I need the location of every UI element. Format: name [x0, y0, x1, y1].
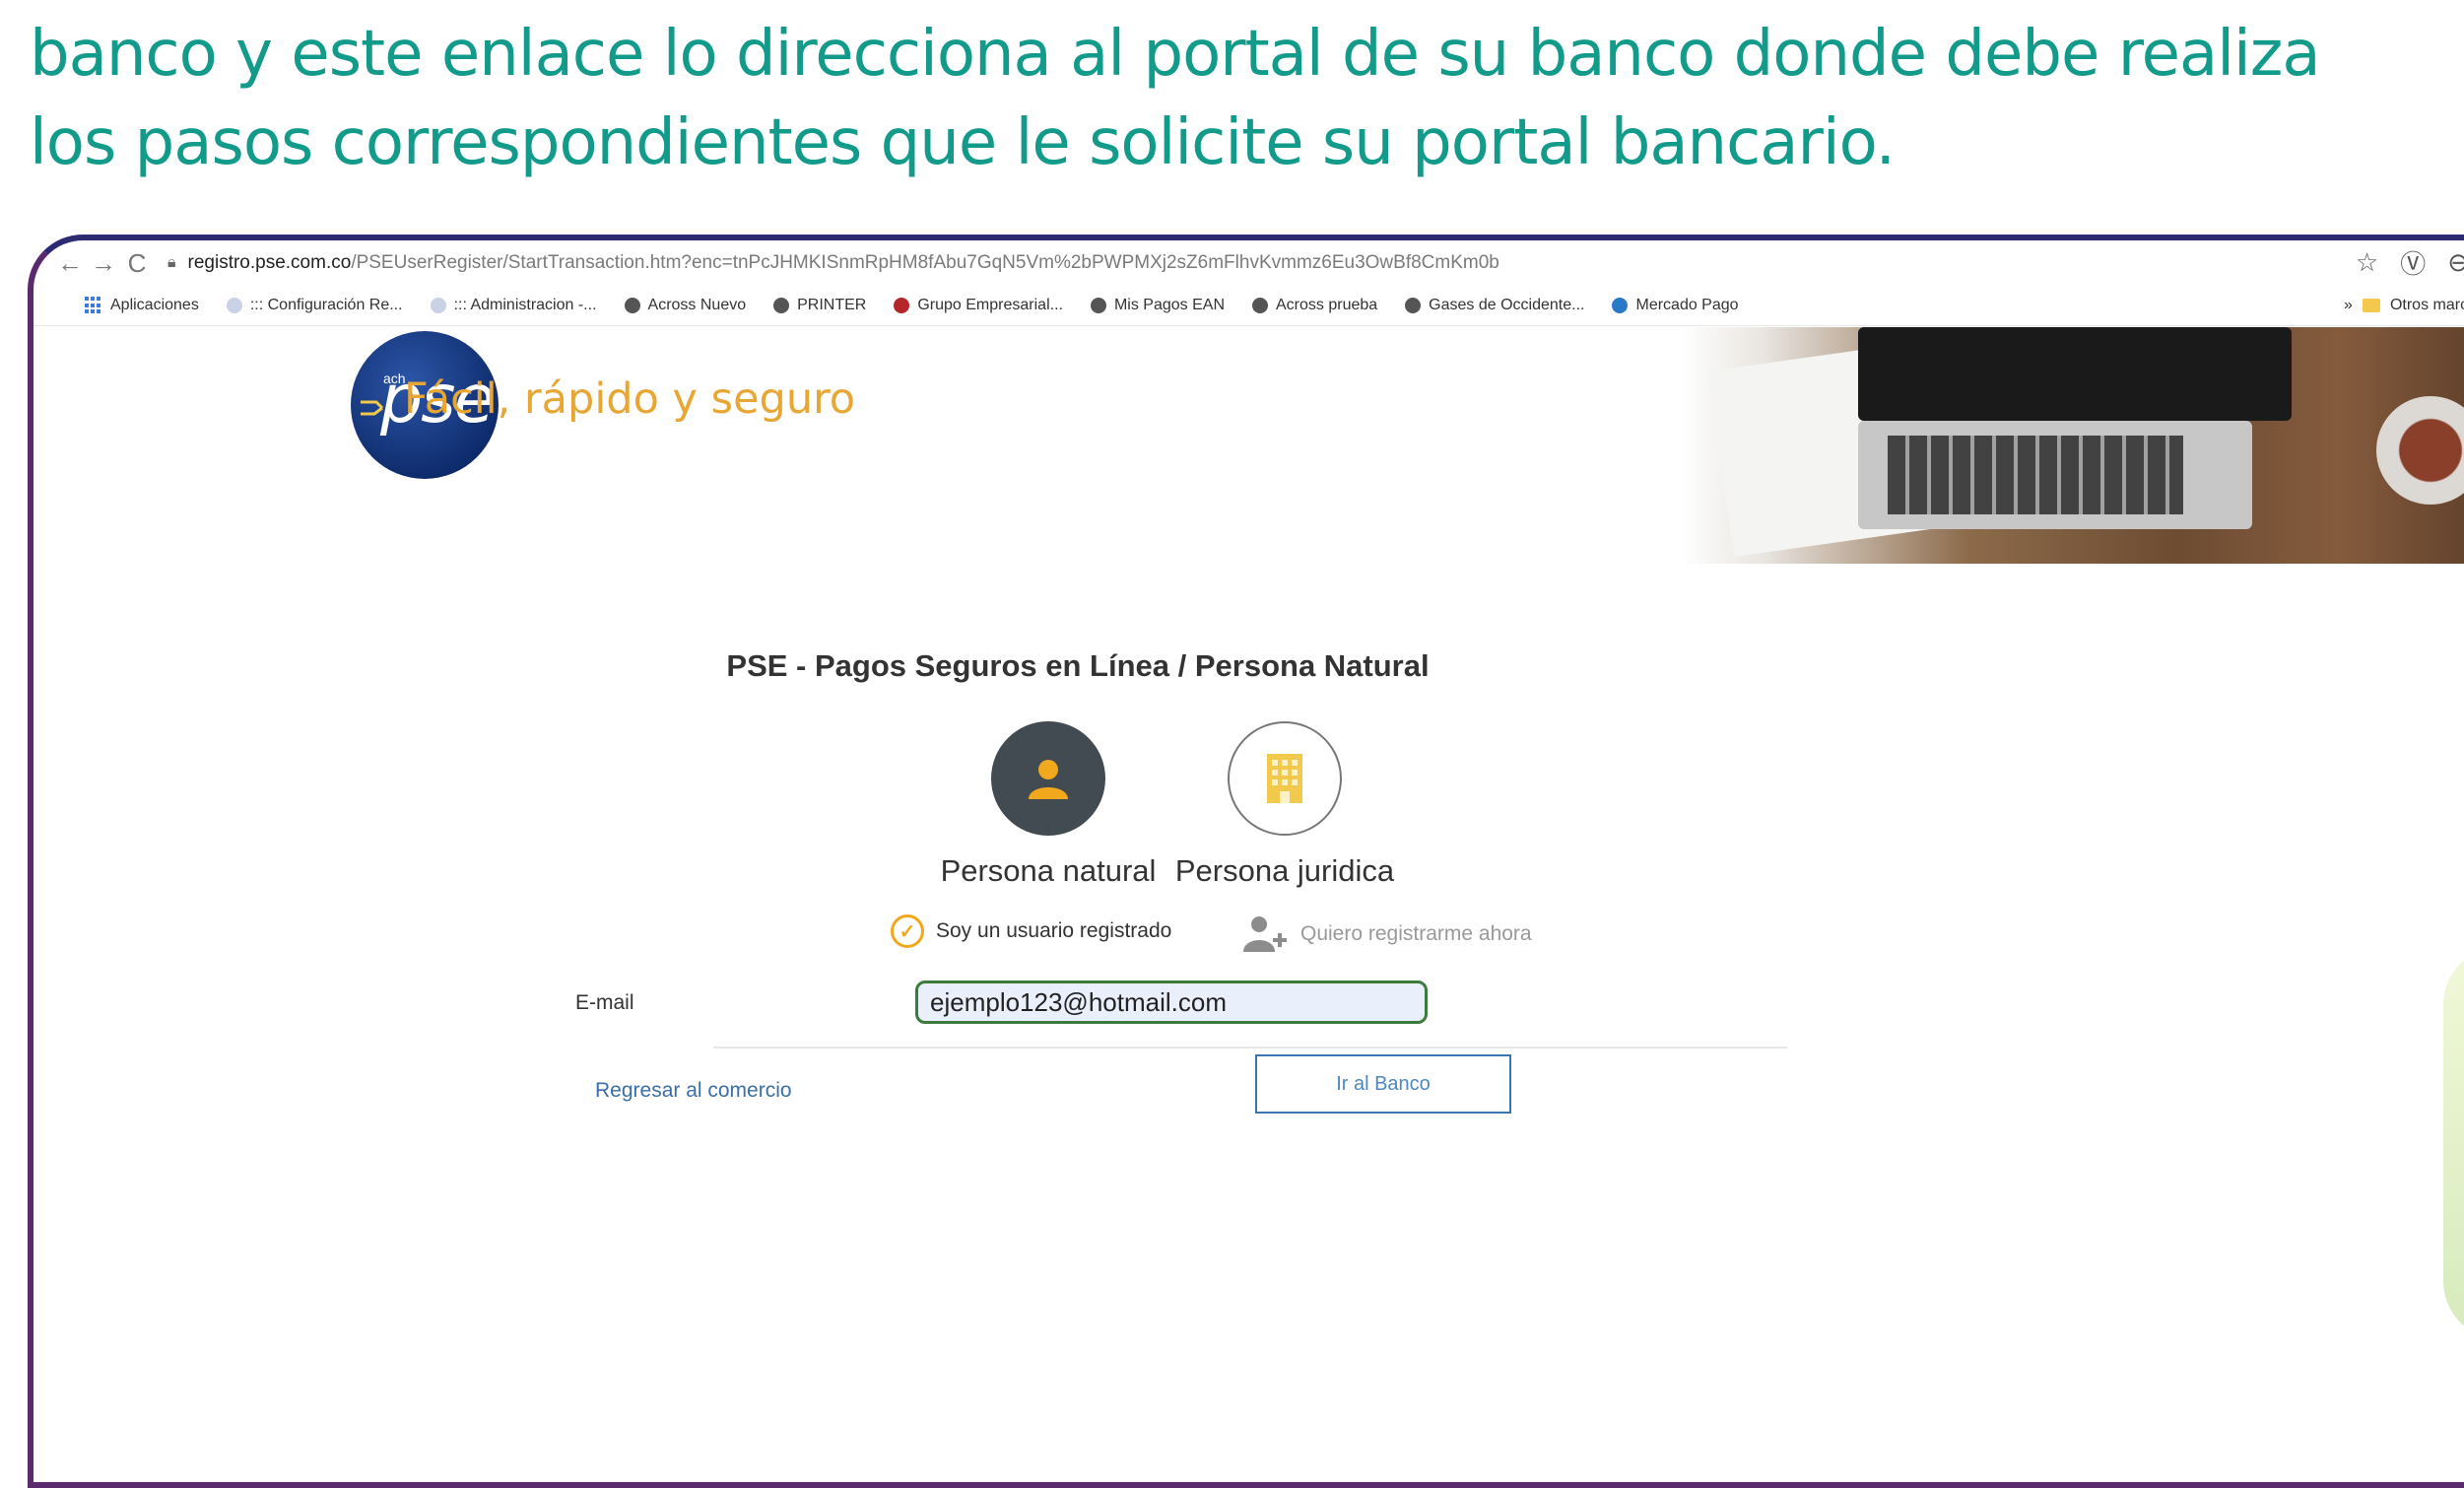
forward-arrow-icon[interactable]: →: [87, 245, 120, 281]
bookmark-item[interactable]: Mercado Pago: [1612, 297, 1739, 314]
person-circle: [991, 721, 1105, 836]
person-icon: [1029, 760, 1068, 799]
check-circle-icon: ✓: [891, 914, 924, 948]
url-host: registro.pse.com.co: [187, 252, 352, 273]
extension-icon[interactable]: Ⓥ: [2400, 244, 2426, 281]
url-path: /PSEUserRegister/StartTransaction.htm?en…: [351, 252, 1499, 273]
pse-page: ach pse Fácil, rápido y seguro ? PSE - P…: [33, 327, 2464, 1482]
globe-icon: [773, 298, 790, 313]
globe-icon: [624, 298, 640, 313]
bookmarks-bar: Aplicaciones ::: Configuración Re... :::…: [33, 286, 2464, 326]
bookmark-label: Across Nuevo: [647, 297, 747, 313]
bookmark-item[interactable]: Mis Pagos EAN: [1090, 297, 1225, 314]
tagline: Fácil, rápido y seguro: [404, 374, 856, 424]
browser-toolbar: ← → C 🔒︎ registro.pse.com.co/PSEUserRegi…: [33, 240, 2464, 286]
bookmark-label: ::: Administracion -...: [453, 297, 597, 313]
bookmark-label: Gases de Occidente...: [1429, 297, 1585, 313]
divider: [713, 1047, 1787, 1048]
globe-icon: [1405, 298, 1422, 313]
address-bar[interactable]: registro.pse.com.co/PSEUserRegister/Star…: [188, 252, 1499, 274]
globe-icon: [1252, 298, 1268, 313]
handshake-icon: [1612, 298, 1629, 313]
browser-screenshot-frame: ← → C 🔒︎ registro.pse.com.co/PSEUserRegi…: [28, 235, 2464, 1488]
bookmark-item[interactable]: Gases de Occidente...: [1405, 297, 1584, 314]
register-now-option[interactable]: Quiero registrarme ahora: [1243, 914, 1532, 954]
reload-icon[interactable]: C: [120, 245, 154, 281]
bookmark-item[interactable]: Grupo Empresarial...: [894, 297, 1063, 314]
bookmark-label: Across prueba: [1276, 297, 1378, 313]
apps-grid-icon: [85, 297, 102, 314]
globe-icon: [430, 298, 446, 313]
person-juridica-label: Persona juridica: [1174, 853, 1395, 888]
bookmark-item[interactable]: ::: Configuración Re...: [226, 297, 403, 314]
bookmark-label: Aplicaciones: [110, 297, 199, 313]
bookmark-label: Grupo Empresarial...: [917, 297, 1063, 313]
profile-icon[interactable]: ⊖: [2447, 247, 2464, 278]
slide-caption-line-1: banco y este enlace lo direcciona al por…: [30, 18, 2321, 91]
toolbar-actions: ☆ Ⓥ ⊖ ⋮: [2356, 244, 2464, 281]
slide-caption: banco y este enlace lo direcciona al por…: [30, 10, 2463, 187]
building-icon: [1267, 754, 1302, 803]
lock-icon: 🔒︎: [167, 254, 176, 271]
star-icon[interactable]: ☆: [2356, 247, 2378, 278]
globe-icon: [1090, 298, 1106, 313]
back-to-merchant-link[interactable]: Regresar al comercio: [595, 1079, 792, 1103]
bookmark-label: PRINTER: [797, 297, 867, 313]
folder-icon: [2362, 299, 2380, 312]
hero-laptop-image: [1681, 327, 2464, 564]
slide-caption-line-2: los pasos correspondientes que le solici…: [30, 106, 1896, 179]
bookmark-label: ::: Configuración Re...: [249, 297, 403, 313]
registered-user-option[interactable]: ✓ Soy un usuario registrado: [891, 914, 1171, 948]
back-arrow-icon[interactable]: ←: [53, 245, 87, 281]
email-label: E-mail: [575, 991, 634, 1014]
page-title: PSE - Pagos Seguros en Línea / Persona N…: [726, 648, 1430, 683]
bookmark-label: Mercado Pago: [1635, 297, 1739, 313]
globe-icon: [226, 298, 242, 313]
registered-user-label: Soy un usuario registrado: [936, 919, 1172, 942]
decorative-shape: [2443, 946, 2464, 1340]
site-icon: [894, 298, 910, 313]
add-user-icon: [1243, 916, 1287, 952]
building-circle: [1228, 721, 1342, 836]
bookmark-label: Mis Pagos EAN: [1113, 297, 1225, 313]
bookmark-item[interactable]: PRINTER: [773, 297, 866, 314]
bookmark-apps[interactable]: Aplicaciones: [85, 297, 199, 314]
bookmark-item[interactable]: Across Nuevo: [624, 297, 747, 314]
register-now-label: Quiero registrarme ahora: [1300, 922, 1532, 945]
bookmark-item[interactable]: Across prueba: [1252, 297, 1377, 314]
other-bookmarks-label: Otros marcadores: [2389, 297, 2464, 313]
more-bookmarks-icon[interactable]: »: [2344, 297, 2353, 314]
go-to-bank-button[interactable]: Ir al Banco: [1255, 1054, 1511, 1114]
other-bookmarks[interactable]: » Otros marcadores: [2344, 297, 2464, 314]
person-juridica-option[interactable]: Persona juridica: [1127, 721, 1442, 889]
bookmark-item[interactable]: ::: Administracion -...: [430, 297, 597, 314]
email-field[interactable]: [915, 981, 1428, 1024]
